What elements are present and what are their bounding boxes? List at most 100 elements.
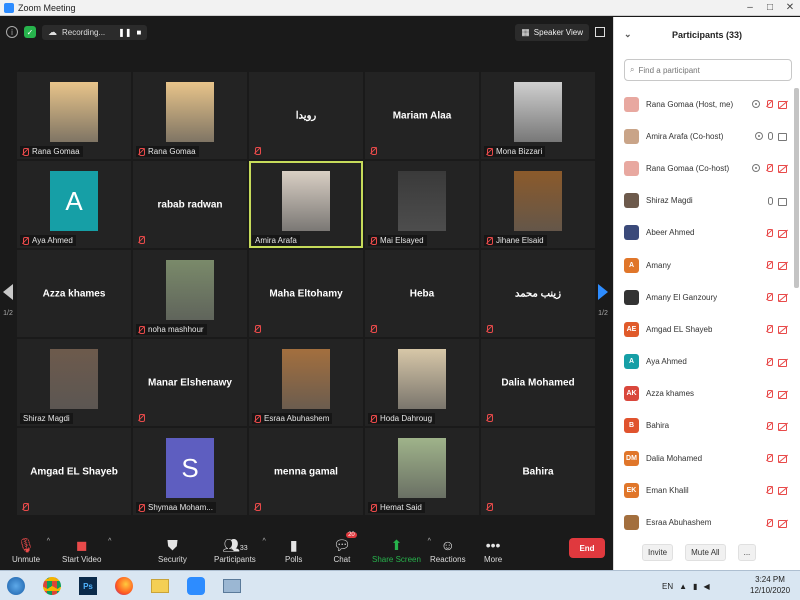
- chevron-up-icon[interactable]: ▲: [679, 582, 687, 591]
- microphone-muted-icon: [253, 414, 261, 423]
- chat-button[interactable]: 💬︎ 20 Chat: [333, 532, 357, 564]
- participant-row[interactable]: Rana Gomaa (Host, me): [614, 88, 794, 120]
- participant-row[interactable]: Amira Arafa (Co-host): [614, 120, 794, 152]
- video-tile[interactable]: Hemat Said: [365, 428, 479, 515]
- search-input[interactable]: [638, 65, 779, 75]
- minimize-button[interactable]: –: [740, 2, 760, 13]
- share-screen-button[interactable]: ⬆ Share Screen ^: [372, 536, 431, 564]
- window-controls: – □ ✕: [740, 2, 800, 13]
- chevron-up-icon[interactable]: ^: [47, 538, 50, 545]
- network-icon[interactable]: ▮: [693, 582, 697, 591]
- avatar: EK: [624, 482, 639, 498]
- participants-count: 33: [239, 545, 248, 552]
- video-tile[interactable]: Rana Gomaa: [17, 72, 131, 159]
- tile-display-name: Azza khames: [42, 288, 106, 299]
- video-tile[interactable]: Heba: [365, 250, 479, 337]
- tile-name-label: Rana Gomaa: [20, 146, 83, 157]
- security-button[interactable]: ⛊ Security: [158, 536, 187, 564]
- participant-row[interactable]: Amany El Ganzoury: [614, 281, 794, 313]
- invite-button[interactable]: Invite: [642, 543, 674, 561]
- maximize-button[interactable]: □: [760, 2, 780, 13]
- video-tile[interactable]: Bahira: [481, 428, 595, 515]
- video-tile[interactable]: Azza khames: [17, 250, 131, 337]
- more-label: More: [484, 555, 503, 564]
- participants-button[interactable]: 👥︎33 Participants ^: [214, 536, 266, 564]
- participant-row[interactable]: DM Dalia Mohamed: [614, 442, 794, 474]
- stop-recording-icon[interactable]: ■: [137, 28, 142, 37]
- pause-recording-icon[interactable]: ❚❚: [118, 28, 131, 37]
- unmute-button[interactable]: 🎙︎ Unmute ^: [12, 536, 50, 564]
- fullscreen-icon[interactable]: [595, 27, 605, 37]
- video-tile[interactable]: rabab radwan: [133, 161, 247, 248]
- participant-status-icons: [765, 518, 788, 528]
- video-tile[interactable]: Esraa Abuhashem: [249, 339, 363, 426]
- more-button[interactable]: ••• More: [484, 536, 502, 564]
- participants-panel-title: Participants (33): [671, 30, 743, 40]
- participant-row[interactable]: Rana Gomaa (Co-host): [614, 152, 794, 184]
- participant-row[interactable]: AE Amgad EL Shayeb: [614, 313, 794, 345]
- next-page-button[interactable]: 1/2: [595, 250, 611, 350]
- participant-row[interactable]: A Aya Ahmed: [614, 346, 794, 378]
- file-explorer-icon[interactable]: [148, 574, 172, 598]
- video-tile[interactable]: Mai Elsayed: [365, 161, 479, 248]
- zoom-app-icon: [4, 2, 14, 13]
- video-tile[interactable]: Mona Bizzari: [481, 72, 595, 159]
- video-tile[interactable]: Hoda Dahroug: [365, 339, 479, 426]
- video-tile[interactable]: A Aya Ahmed: [17, 161, 131, 248]
- chrome-icon[interactable]: [40, 574, 64, 598]
- video-tile[interactable]: Amgad EL Shayeb: [17, 428, 131, 515]
- shield-icon[interactable]: ✓: [24, 26, 36, 38]
- reactions-button[interactable]: ☺ Reactions: [430, 536, 466, 564]
- video-tile[interactable]: Maha Eltohamy: [249, 250, 363, 337]
- chevron-up-icon[interactable]: ^: [263, 538, 266, 545]
- app-window-icon[interactable]: [220, 574, 244, 598]
- participant-row[interactable]: Esraa Abuhashem: [614, 506, 794, 538]
- speaker-view-button[interactable]: ▦ Speaker View: [515, 23, 589, 41]
- video-tile[interactable]: Amira Arafa: [249, 161, 363, 248]
- photoshop-icon[interactable]: Ps: [76, 574, 100, 598]
- participant-row[interactable]: Shiraz Magdi: [614, 185, 794, 217]
- volume-icon[interactable]: ◀: [703, 582, 709, 591]
- close-button[interactable]: ✕: [780, 2, 800, 13]
- video-off-icon: [778, 293, 788, 303]
- video-tile[interactable]: Mariam Alaa: [365, 72, 479, 159]
- chevron-down-icon[interactable]: ⌄: [624, 29, 632, 40]
- participant-row[interactable]: A Amany: [614, 249, 794, 281]
- avatar: [624, 128, 639, 144]
- unmute-label: Unmute: [12, 555, 41, 564]
- video-tile[interactable]: Shiraz Magdi: [17, 339, 131, 426]
- tile-display-name: زينب محمد: [514, 288, 562, 299]
- system-tray: EN ▲ ▮ ◀: [662, 571, 710, 600]
- chevron-up-icon[interactable]: ^: [108, 538, 111, 545]
- info-icon[interactable]: i: [6, 26, 18, 38]
- video-tile[interactable]: زينب محمد: [481, 250, 595, 337]
- video-tile[interactable]: رويدا: [249, 72, 363, 159]
- microphone-muted-icon: [485, 236, 493, 245]
- video-tile[interactable]: noha mashhour: [133, 250, 247, 337]
- polls-button[interactable]: ▮ Polls: [285, 536, 302, 564]
- system-clock[interactable]: 3:24 PM 12/10/2020: [750, 574, 790, 596]
- windows-start-icon[interactable]: [4, 574, 28, 598]
- firefox-icon[interactable]: [112, 574, 136, 598]
- video-tile[interactable]: Dalia Mohamed: [481, 339, 595, 426]
- video-tile[interactable]: S Shymaa Moham...: [133, 428, 247, 515]
- participant-row[interactable]: B Bahira: [614, 410, 794, 442]
- participant-search[interactable]: ⌕: [624, 59, 792, 81]
- participant-row[interactable]: AK Azza khames: [614, 378, 794, 410]
- previous-page-button[interactable]: 1/2: [0, 250, 16, 350]
- video-tile[interactable]: Jihane Elsaid: [481, 161, 595, 248]
- zoom-taskbar-icon[interactable]: [184, 574, 208, 598]
- participant-name: Amany El Ganzoury: [646, 292, 718, 302]
- participant-row[interactable]: EK Eman Khalil: [614, 474, 794, 506]
- participant-row[interactable]: Abeer Ahmed: [614, 217, 794, 249]
- panel-more-button[interactable]: ...: [737, 543, 757, 561]
- video-tile[interactable]: menna gamal: [249, 428, 363, 515]
- end-meeting-button[interactable]: End: [569, 538, 605, 558]
- video-tile[interactable]: Manar Elshenawy: [133, 339, 247, 426]
- language-indicator[interactable]: EN: [662, 582, 673, 591]
- start-video-button[interactable]: ◼ Start Video ^: [62, 536, 111, 564]
- mute-all-button[interactable]: Mute All: [685, 543, 726, 561]
- microphone-muted-icon: 🎙︎: [17, 537, 35, 553]
- video-tile[interactable]: Rana Gomaa: [133, 72, 247, 159]
- participant-list-scrollbar[interactable]: [794, 88, 799, 288]
